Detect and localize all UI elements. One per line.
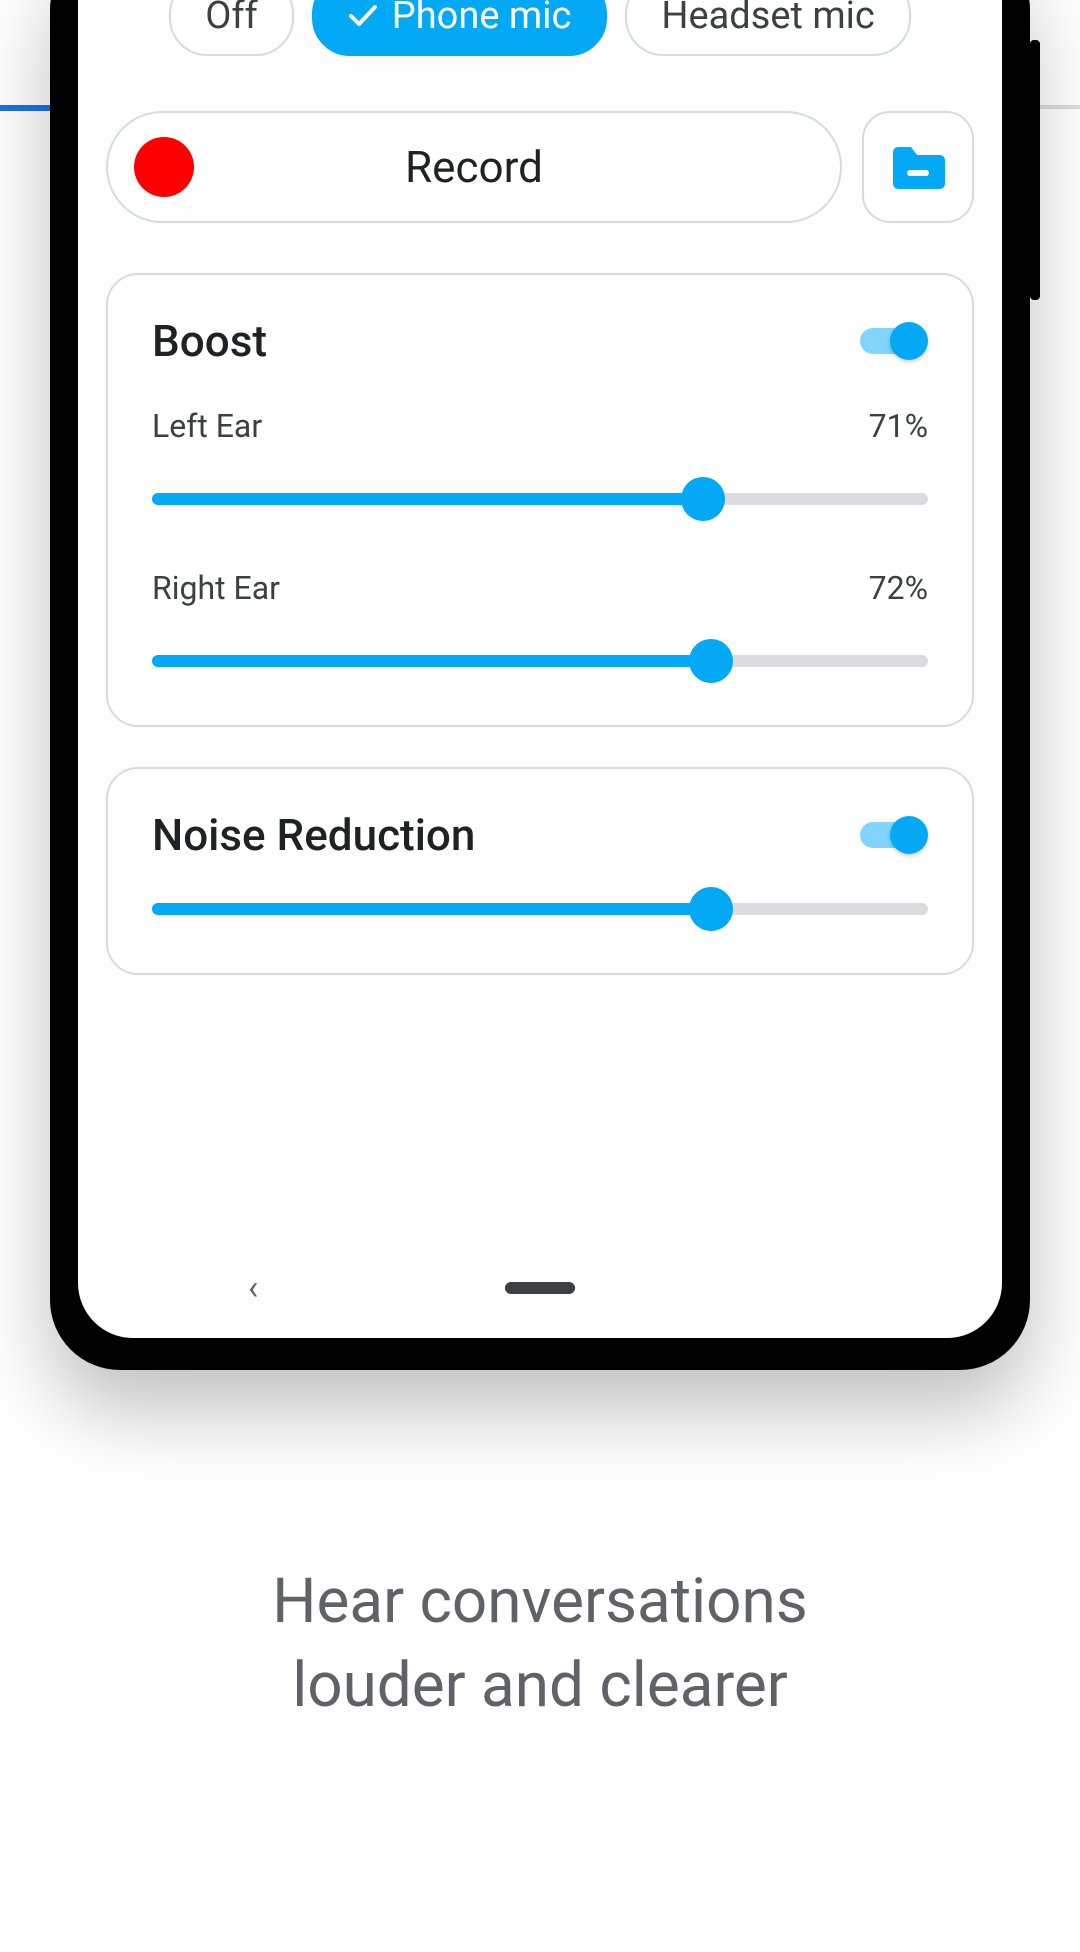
mic-option-off[interactable]: Off [169,0,294,56]
mic-option-label: Headset mic [661,0,874,38]
noise-reduction-header: Noise Reduction [152,809,928,861]
mic-option-phone[interactable]: Phone mic [312,0,608,56]
android-navbar: ‹ [78,1258,1002,1318]
boost-title: Boost [152,315,267,367]
check-icon [348,4,378,28]
nav-home-pill[interactable] [505,1282,575,1294]
record-dot-icon [134,137,194,197]
slider-thumb [689,639,733,683]
right-ear-value: 72% [869,569,928,607]
record-button[interactable]: Record [106,111,842,223]
recordings-folder-button[interactable] [862,111,974,223]
slider-fill [152,903,711,915]
boost-toggle[interactable] [860,322,928,360]
caption-text: Hear conversations louder and clearer [272,1565,807,1722]
folder-icon [889,143,947,191]
left-ear-value: 71% [869,407,928,445]
slider-thumb [689,887,733,931]
right-ear-slider[interactable] [152,641,928,681]
mic-option-headset[interactable]: Headset mic [625,0,910,56]
noise-reduction-card: Noise Reduction [106,767,974,975]
left-ear-label: Left Ear [152,407,262,445]
noise-reduction-title: Noise Reduction [152,809,475,861]
right-ear-label: Right Ear [152,569,280,607]
toggle-thumb [890,816,928,854]
slider-thumb [681,477,725,521]
noise-reduction-toggle[interactable] [860,816,928,854]
phone-frame: Off Phone mic Headset mic Record [50,0,1030,1370]
toggle-thumb [890,322,928,360]
left-ear-slider-group: Left Ear 71% [152,407,928,519]
slider-fill [152,655,711,667]
slider-labels: Left Ear 71% [152,407,928,445]
right-ear-slider-group: Right Ear 72% [152,569,928,681]
decorative-gray-line [1040,105,1080,109]
slider-fill [152,493,703,505]
mic-option-label: Phone mic [392,0,572,38]
boost-card: Boost Left Ear 71% Rig [106,273,974,727]
phone-screen: Off Phone mic Headset mic Record [78,0,1002,1338]
left-ear-slider[interactable] [152,479,928,519]
mic-option-label: Off [205,0,258,38]
slider-labels: Right Ear 72% [152,569,928,607]
nav-back-icon[interactable]: ‹ [248,1268,258,1308]
boost-header: Boost [152,315,928,367]
marketing-caption: Hear conversations louder and clearer [0,1560,1080,1727]
record-label: Record [108,141,840,193]
noise-reduction-slider[interactable] [152,889,928,929]
record-row: Record [106,111,974,223]
mic-source-selector: Off Phone mic Headset mic [106,0,974,56]
